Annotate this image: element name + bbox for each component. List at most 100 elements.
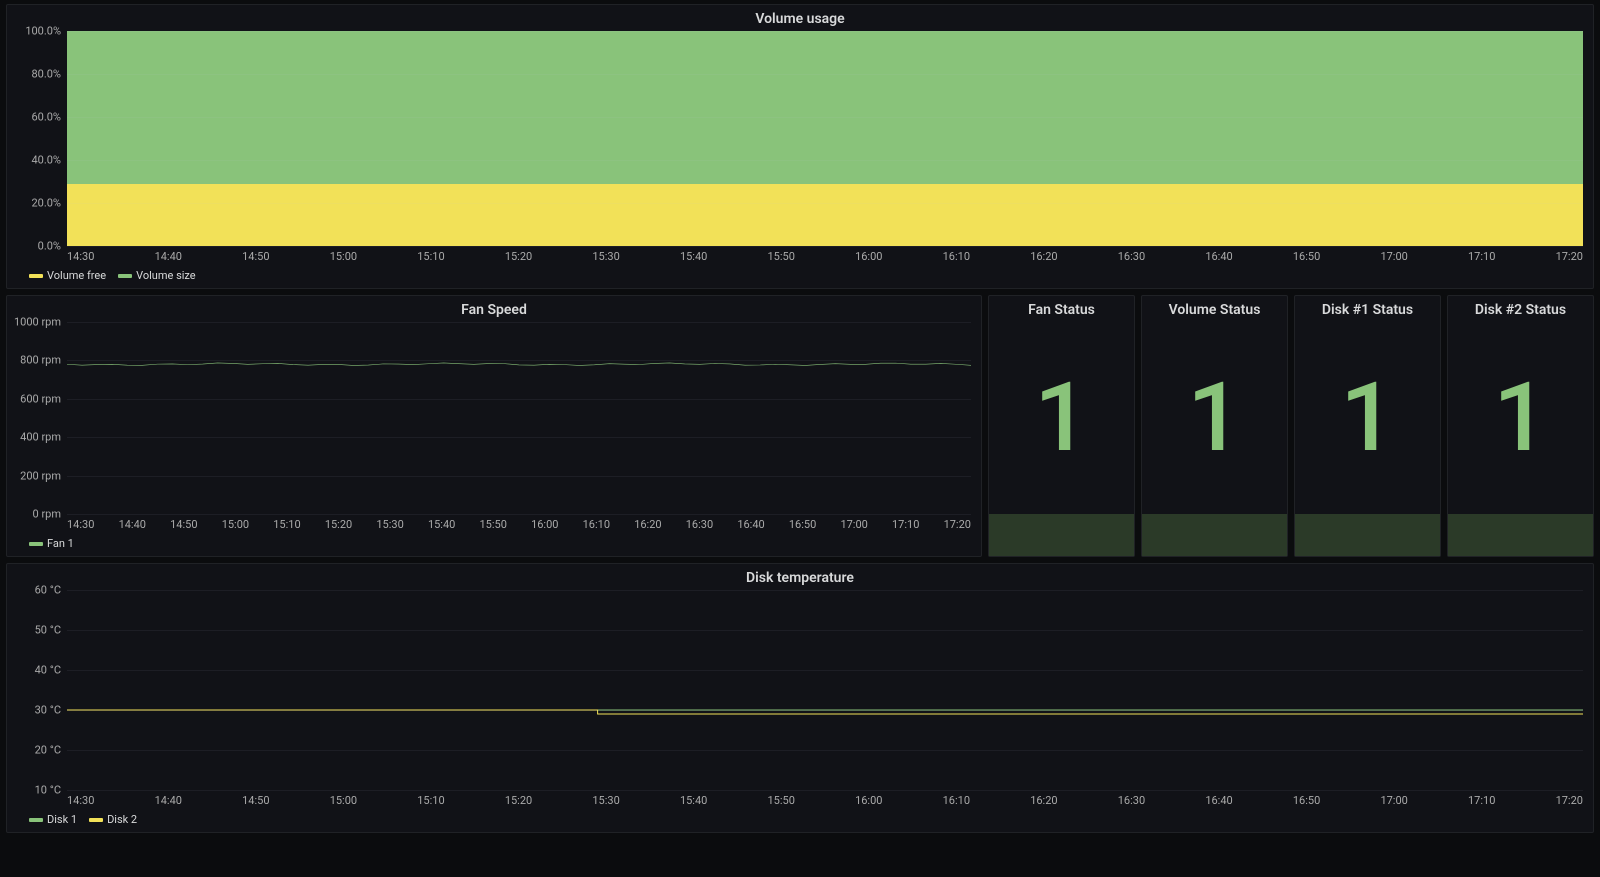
- y-tick-label: 40.0%: [31, 154, 61, 167]
- x-tick-label: 15:00: [330, 794, 357, 807]
- panel-volume-usage[interactable]: Volume usage 0.0% 20.0% 40.0% 60.0% 80.0% 100…: [6, 4, 1594, 289]
- y-tick-label: 0 rpm: [33, 508, 61, 521]
- sparkline: [1448, 514, 1593, 556]
- y-tick-label: 1000 rpm: [14, 316, 61, 329]
- y-tick-label: 60.0%: [31, 111, 61, 124]
- x-tick-label: 17:20: [1556, 794, 1583, 807]
- x-tick-label: 16:10: [943, 250, 970, 263]
- panel-disk1-status[interactable]: Disk #1 Status 1: [1294, 295, 1441, 557]
- x-axis: 14:3014:4014:5015:0015:1015:2015:3015:40…: [7, 246, 1593, 265]
- panel-title: Fan Speed: [7, 296, 981, 322]
- x-tick-label: 15:50: [768, 794, 795, 807]
- x-tick-label: 14:50: [242, 794, 269, 807]
- legend-swatch: [29, 542, 43, 546]
- x-tick-label: 15:00: [330, 250, 357, 263]
- x-tick-label: 16:50: [789, 518, 816, 531]
- legend-item[interactable]: Fan 1: [29, 537, 74, 550]
- y-tick-label: 0.0%: [38, 240, 61, 253]
- x-tick-label: 16:50: [1293, 250, 1320, 263]
- x-tick-label: 16:30: [686, 518, 713, 531]
- x-tick-label: 15:40: [680, 250, 707, 263]
- x-tick-label: 14:30: [67, 250, 94, 263]
- stat-value: 1: [989, 322, 1134, 514]
- x-tick-label: 15:20: [505, 794, 532, 807]
- x-tick-label: 15:50: [768, 250, 795, 263]
- x-tick-label: 17:00: [840, 518, 867, 531]
- x-tick-label: 16:00: [855, 250, 882, 263]
- panel-fan-status[interactable]: Fan Status 1: [988, 295, 1135, 557]
- x-tick-label: 16:40: [1205, 794, 1232, 807]
- x-tick-label: 17:10: [892, 518, 919, 531]
- x-tick-label: 16:20: [634, 518, 661, 531]
- x-tick-label: 14:50: [170, 518, 197, 531]
- legend-label: Disk 2: [107, 813, 137, 826]
- x-tick-label: 14:50: [242, 250, 269, 263]
- x-tick-label: 15:50: [480, 518, 507, 531]
- x-tick-label: 16:00: [531, 518, 558, 531]
- legend[interactable]: Fan 1: [7, 533, 981, 556]
- panel-volume-status[interactable]: Volume Status 1: [1141, 295, 1288, 557]
- y-tick-label: 10 °C: [35, 784, 61, 797]
- legend-swatch: [118, 274, 132, 278]
- legend[interactable]: Volume free Volume size: [7, 265, 1593, 288]
- disk-plot: 10 °C20 °C30 °C40 °C50 °C60 °C: [7, 590, 1593, 790]
- y-tick-label: 40 °C: [35, 664, 61, 677]
- panel-fan-speed[interactable]: Fan Speed 0 rpm200 rpm400 rpm600 rpm800 …: [6, 295, 982, 557]
- x-tick-label: 15:20: [505, 250, 532, 263]
- x-tick-label: 16:40: [737, 518, 764, 531]
- x-tick-label: 16:50: [1293, 794, 1320, 807]
- x-tick-label: 15:10: [273, 518, 300, 531]
- y-tick-label: 20.0%: [31, 197, 61, 210]
- panel-title: Disk temperature: [7, 564, 1593, 590]
- panel-title: Disk #1 Status: [1295, 296, 1440, 322]
- stat-value: 1: [1142, 322, 1287, 514]
- x-tick-label: 16:20: [1030, 250, 1057, 263]
- legend-label: Volume size: [136, 269, 196, 282]
- y-tick-label: 50 °C: [35, 624, 61, 637]
- stat-value: 1: [1295, 322, 1440, 514]
- x-tick-label: 15:40: [680, 794, 707, 807]
- x-tick-label: 15:10: [417, 250, 444, 263]
- x-axis: 14:3014:4014:5015:0015:1015:2015:3015:40…: [7, 790, 1593, 809]
- legend-item[interactable]: Volume size: [118, 269, 196, 282]
- legend-swatch: [29, 818, 43, 822]
- x-tick-label: 15:10: [417, 794, 444, 807]
- x-tick-label: 16:40: [1205, 250, 1232, 263]
- x-tick-label: 15:30: [376, 518, 403, 531]
- legend-label: Disk 1: [47, 813, 77, 826]
- legend-item[interactable]: Volume free: [29, 269, 106, 282]
- legend-label: Fan 1: [47, 537, 74, 550]
- y-tick-label: 60 °C: [35, 584, 61, 597]
- x-tick-label: 15:00: [222, 518, 249, 531]
- fan-plot: 0 rpm200 rpm400 rpm600 rpm800 rpm1000 rp…: [7, 322, 981, 514]
- x-tick-label: 14:40: [155, 794, 182, 807]
- legend-item[interactable]: Disk 2: [89, 813, 137, 826]
- x-tick-label: 14:40: [119, 518, 146, 531]
- legend-item[interactable]: Disk 1: [29, 813, 77, 826]
- x-tick-label: 17:10: [1468, 250, 1495, 263]
- y-tick-label: 30 °C: [35, 704, 61, 717]
- x-tick-label: 16:20: [1030, 794, 1057, 807]
- volume-plot: 0.0%20.0%40.0%60.0%80.0%100.0%: [7, 31, 1593, 246]
- y-tick-label: 400 rpm: [20, 431, 61, 444]
- stat-value: 1: [1448, 322, 1593, 514]
- x-axis: 14:30 14:40 14:50 15:00 15:10 15:20 15:30 15:40…: [7, 514, 981, 533]
- x-tick-label: 14:40: [155, 250, 182, 263]
- x-tick-label: 17:00: [1380, 794, 1407, 807]
- x-tick-label: 15:20: [325, 518, 352, 531]
- y-tick-label: 800 rpm: [20, 354, 61, 367]
- x-tick-label: 17:10: [1468, 794, 1495, 807]
- panel-title: Volume Status: [1142, 296, 1287, 322]
- panel-disk-temperature[interactable]: Disk temperature 10 °C20 °C30 °C40 °C50 …: [6, 563, 1594, 833]
- y-tick-label: 80.0%: [31, 68, 61, 81]
- panel-title: Fan Status: [989, 296, 1134, 322]
- legend[interactable]: Disk 1 Disk 2: [7, 809, 1593, 832]
- y-tick-label: 100.0%: [25, 25, 61, 38]
- legend-label: Volume free: [47, 269, 106, 282]
- panel-title: Volume usage: [7, 5, 1593, 31]
- panel-disk2-status[interactable]: Disk #2 Status 1: [1447, 295, 1594, 557]
- sparkline: [1295, 514, 1440, 556]
- x-tick-label: 14:30: [67, 518, 94, 531]
- sparkline: [989, 514, 1134, 556]
- x-tick-label: 15:40: [428, 518, 455, 531]
